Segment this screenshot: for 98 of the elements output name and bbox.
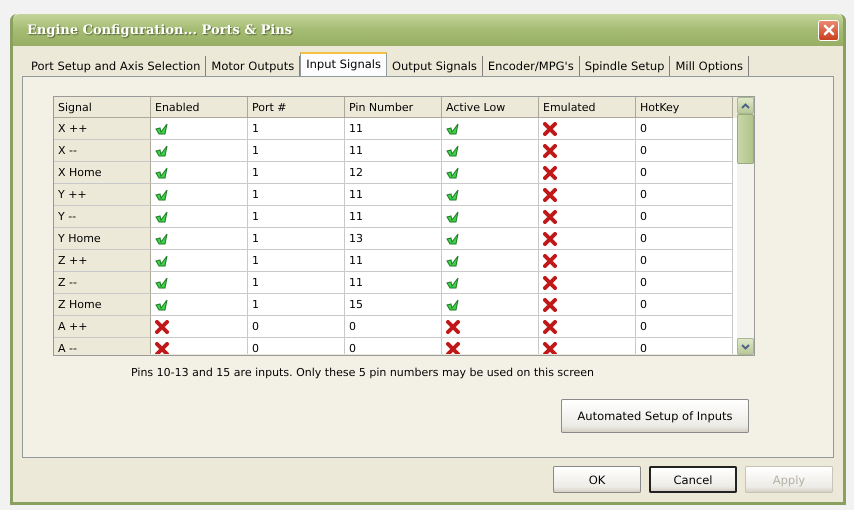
table-cell: 0 [636,338,733,354]
dialog-button[interactable]: Cancel [649,466,737,493]
signal-cell: X -- [54,140,151,162]
column-header: Emulated [539,97,636,118]
column-header: Active Low [442,97,539,118]
table-cell: 1 [248,228,345,250]
cross-icon[interactable] [543,210,557,224]
table-cell: 0 [636,118,733,140]
table-cell: 0 [636,206,733,228]
check-icon[interactable] [155,298,169,312]
table-cell: 0 [636,184,733,206]
table-cell: 1 [248,272,345,294]
column-header: Port # [248,97,345,118]
close-button[interactable] [818,20,839,40]
cross-icon[interactable] [446,342,460,354]
check-icon[interactable] [446,298,460,312]
check-icon[interactable] [155,254,169,268]
automated-setup-button[interactable]: Automated Setup of Inputs [561,399,749,433]
table-cell: 0 [636,162,733,184]
table-cell: 0 [345,316,442,338]
check-icon[interactable] [155,232,169,246]
signal-cell: X ++ [54,118,151,140]
table-cell: 0 [636,316,733,338]
cross-icon[interactable] [543,144,557,158]
cross-icon[interactable] [543,254,557,268]
check-icon[interactable] [446,232,460,246]
column-header: Enabled [151,97,248,118]
cross-icon[interactable] [543,232,557,246]
cross-icon[interactable] [155,320,169,334]
table-cell: 11 [345,250,442,272]
check-icon[interactable] [155,210,169,224]
cross-icon[interactable] [543,166,557,180]
info-text: Pins 10-13 and 15 are inputs. Only these 5 pin numbers may be used on this screen [131,366,595,379]
cross-icon[interactable] [155,342,169,354]
signal-cell: Z -- [54,272,151,294]
table-cell: 13 [345,228,442,250]
table-cell: 11 [345,118,442,140]
table-cell: 1 [248,140,345,162]
table-cell: 15 [345,294,442,316]
check-icon[interactable] [446,188,460,202]
table-cell: 1 [248,118,345,140]
scroll-up-button[interactable] [737,97,754,114]
table-cell: 11 [345,206,442,228]
cross-icon[interactable] [543,188,557,202]
check-icon[interactable] [446,210,460,224]
table-cell: 12 [345,162,442,184]
check-icon[interactable] [155,188,169,202]
signal-cell: Y -- [54,206,151,228]
table-cell: 0 [636,272,733,294]
cross-icon[interactable] [543,320,557,334]
cross-icon[interactable] [543,122,557,136]
signal-cell: X Home [54,162,151,184]
dialog-button[interactable]: OK [553,466,641,493]
scroll-down-button[interactable] [737,338,754,355]
column-header: Pin Number [345,97,442,118]
scrollbar[interactable] [737,97,754,355]
table-cell: 0 [248,338,345,354]
table-cell: 0 [345,338,442,354]
table-cell: 1 [248,250,345,272]
close-icon [822,23,836,37]
cross-icon[interactable] [543,276,557,290]
cross-icon[interactable] [543,298,557,312]
signal-cell: A ++ [54,316,151,338]
check-icon[interactable] [446,122,460,136]
table-cell: 0 [636,250,733,272]
signal-cell: Y Home [54,228,151,250]
cross-icon[interactable] [543,342,557,354]
check-icon[interactable] [155,144,169,158]
table-cell: 1 [248,162,345,184]
tab[interactable]: Input Signals [300,52,387,76]
check-icon[interactable] [446,144,460,158]
check-icon[interactable] [446,166,460,180]
table-cell: 1 [248,184,345,206]
check-icon[interactable] [155,276,169,290]
column-header: HotKey [636,97,733,118]
chevron-down-icon [741,344,750,350]
signal-cell: Y ++ [54,184,151,206]
check-icon[interactable] [446,276,460,290]
table-cell: 0 [636,294,733,316]
scroll-thumb[interactable] [737,114,754,164]
signal-cell: A -- [54,338,151,354]
table-cell: 0 [248,316,345,338]
signal-cell: Z Home [54,294,151,316]
signal-cell: Z ++ [54,250,151,272]
table-cell: 11 [345,272,442,294]
cross-icon[interactable] [446,320,460,334]
table-cell: 11 [345,184,442,206]
check-icon[interactable] [155,166,169,180]
chevron-up-icon [741,102,750,108]
window-title: Engine Configuration... Ports & Pins [27,22,292,38]
table-cell: 1 [248,294,345,316]
column-header: Signal [54,97,151,118]
check-icon[interactable] [446,254,460,268]
table-cell: 0 [636,140,733,162]
table-cell: 1 [248,206,345,228]
table-cell: 0 [636,228,733,250]
table-cell: 11 [345,140,442,162]
check-icon[interactable] [155,122,169,136]
